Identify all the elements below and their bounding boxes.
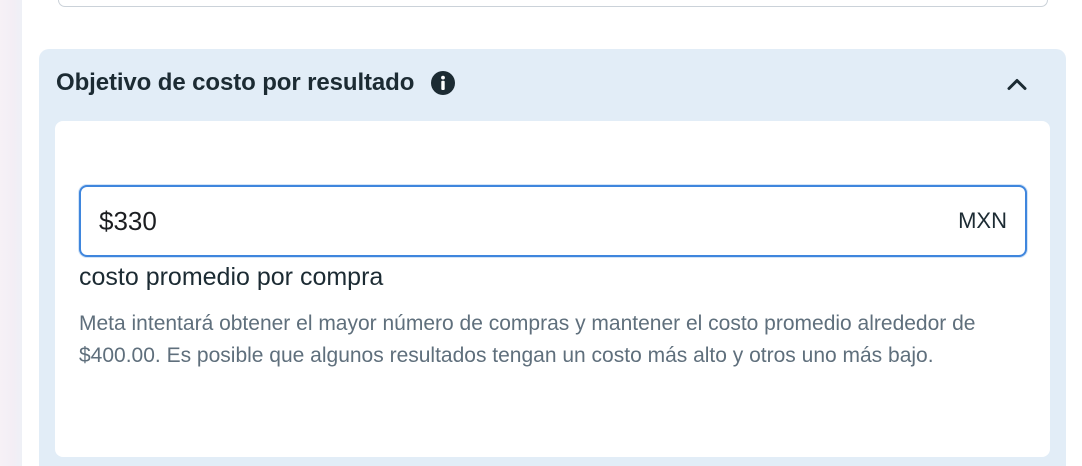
section-title: Objetivo de costo por resultado — [56, 69, 415, 96]
left-gutter — [0, 0, 22, 466]
cost-goal-help-text: Meta intentará obtener el mayor número d… — [79, 312, 976, 367]
cost-goal-input[interactable] — [81, 187, 959, 255]
cost-per-result-section: Objetivo de costo por resultado MXN — [39, 49, 1066, 466]
currency-label: MXN — [958, 208, 1007, 233]
cost-goal-label: costo promedio por compra — [79, 263, 384, 291]
chevron-up-icon — [1005, 73, 1029, 102]
page: Objetivo de costo por resultado MXN — [0, 0, 1082, 466]
cost-goal-input-wrapper[interactable]: MXN — [79, 185, 1027, 257]
info-icon[interactable] — [430, 70, 456, 96]
section-header: Objetivo de costo por resultado — [56, 69, 456, 97]
cost-goal-card: MXN costo promedio por compra Meta inten… — [55, 121, 1050, 457]
previous-card-edge — [58, 0, 1048, 7]
collapse-section-button[interactable] — [1001, 71, 1033, 103]
